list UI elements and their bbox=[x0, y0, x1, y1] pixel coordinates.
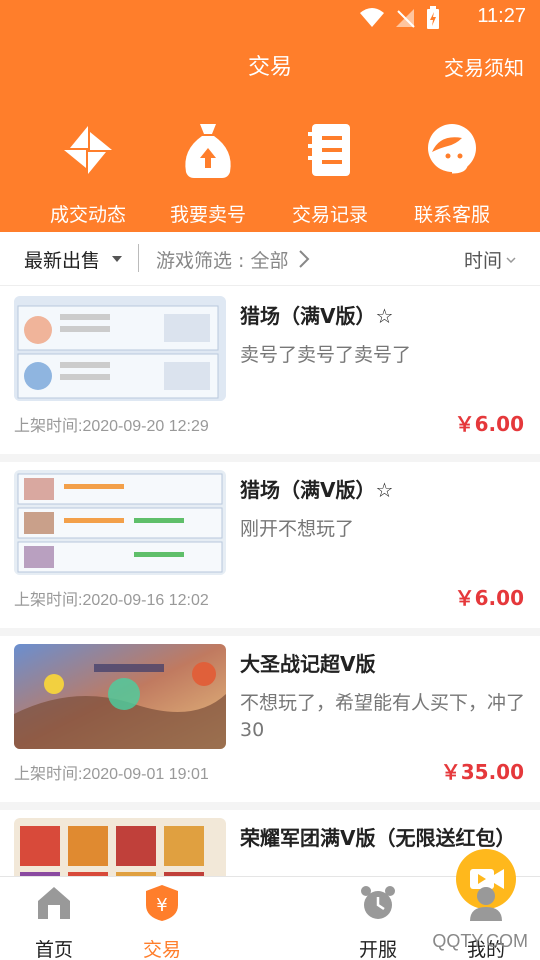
quick-action-label: 联系客服 bbox=[413, 204, 490, 226]
listing-description: 不想玩了，希望能有人买下，冲了30 bbox=[240, 692, 526, 741]
bottom-tab-bar: 首页 ¥ 交易 开服 我的 QQTY.COM bbox=[0, 849, 540, 960]
listing-description: 卖号了卖号了卖号了 bbox=[240, 344, 412, 366]
chevron-down-icon bbox=[506, 257, 516, 263]
battery-charging-icon bbox=[427, 6, 439, 29]
tab-live[interactable] bbox=[216, 849, 516, 960]
trade-notice-link[interactable]: 交易须知 bbox=[444, 48, 524, 88]
svg-text:¥: ¥ bbox=[156, 895, 167, 916]
record-book-icon bbox=[308, 124, 350, 176]
tab-label: 开服 bbox=[358, 939, 397, 960]
trade-shield-icon: ¥ bbox=[146, 885, 178, 921]
filter-bar: 最新出售 游戏筛选 : 全部 时间 bbox=[0, 232, 540, 286]
status-bar: 11:27 bbox=[0, 0, 540, 36]
listing-title: 猎场（满V版）☆ bbox=[240, 478, 394, 502]
quick-action-label: 交易记录 bbox=[291, 204, 368, 226]
listing-price: ￥6.00 bbox=[454, 586, 524, 610]
quick-action-deals[interactable]: 成交动态 bbox=[28, 120, 148, 227]
game-filter[interactable]: 游戏筛选 : 全部 bbox=[156, 246, 288, 273]
tab-home[interactable]: 首页 bbox=[0, 877, 108, 960]
status-icons bbox=[360, 6, 440, 30]
listing-title: 荣耀军团满V版（无限送红包） bbox=[240, 826, 516, 850]
listing-item[interactable]: 猎场（满V版）☆ 卖号了卖号了卖号了 上架时间:2020-09-20 12:29… bbox=[0, 288, 540, 462]
quick-actions: 成交动态 我要卖号 交易记录 联系客服 bbox=[0, 120, 540, 230]
pinwheel-icon bbox=[64, 126, 112, 174]
chevron-right-icon bbox=[299, 250, 310, 268]
header: 11:27 交易 交易须知 成交动态 我要卖号 交易记录 联系客服 bbox=[0, 0, 540, 232]
quick-action-records[interactable]: 交易记录 bbox=[270, 120, 390, 227]
quick-action-label: 我要卖号 bbox=[169, 204, 246, 226]
quick-action-support[interactable]: 联系客服 bbox=[392, 120, 512, 227]
listing-price: ￥6.00 bbox=[454, 412, 524, 436]
watermark: QQTY.COM bbox=[432, 931, 528, 951]
listing-item[interactable]: 大圣战记超V版 不想玩了，希望能有人买下，冲了30 上架时间:2020-09-0… bbox=[0, 636, 540, 810]
listing-date: 上架时间:2020-09-01 19:01 bbox=[14, 766, 209, 783]
divider bbox=[138, 244, 139, 272]
no-signal-icon bbox=[396, 9, 415, 28]
home-icon bbox=[38, 887, 70, 919]
quick-action-label: 成交动态 bbox=[49, 204, 126, 226]
listing-price: ￥35.00 bbox=[440, 760, 524, 784]
game-screenshot-thumbnail bbox=[14, 470, 226, 575]
latest-sale-dropdown[interactable]: 最新出售 bbox=[24, 246, 100, 273]
game-screenshot-thumbnail bbox=[14, 644, 226, 749]
listing-item[interactable]: 猎场（满V版）☆ 刚开不想玩了 上架时间:2020-09-16 12:02 ￥6… bbox=[0, 462, 540, 636]
quick-action-sell[interactable]: 我要卖号 bbox=[148, 120, 268, 227]
title-bar: 交易 交易须知 bbox=[0, 48, 540, 88]
wifi-icon bbox=[360, 8, 384, 27]
listing-date: 上架时间:2020-09-20 12:29 bbox=[14, 418, 209, 435]
alarm-clock-icon bbox=[361, 886, 395, 919]
tab-server-open[interactable]: 开服 bbox=[324, 877, 432, 960]
sort-time-dropdown[interactable]: 时间 bbox=[464, 246, 502, 273]
tab-label: 首页 bbox=[34, 939, 73, 960]
game-screenshot-thumbnail bbox=[14, 296, 226, 401]
listing-date: 上架时间:2020-09-16 12:02 bbox=[14, 592, 209, 609]
tab-label: 交易 bbox=[142, 939, 181, 960]
user-icon bbox=[470, 887, 502, 921]
customer-service-icon bbox=[428, 124, 476, 174]
dropdown-caret-icon bbox=[112, 256, 122, 262]
listing-title: 猎场（满V版）☆ bbox=[240, 304, 394, 328]
listing-title: 大圣战记超V版 bbox=[240, 652, 376, 676]
tab-trade[interactable]: ¥ 交易 bbox=[108, 877, 216, 960]
money-bag-icon bbox=[185, 124, 231, 178]
status-time: 11:27 bbox=[477, 5, 526, 27]
listing-description: 刚开不想玩了 bbox=[240, 518, 355, 540]
